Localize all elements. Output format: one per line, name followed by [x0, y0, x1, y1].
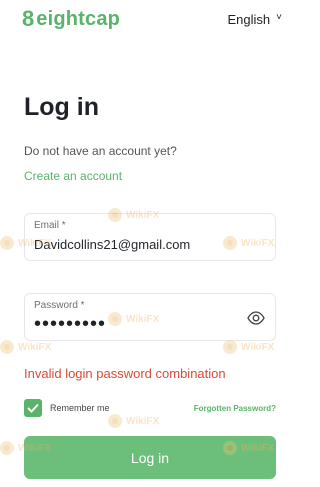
header: 8 eightcap English ˅ [22, 6, 282, 32]
watermark-text: WikiFX [126, 209, 160, 221]
email-input[interactable]: Davidcollins21@gmail.com [34, 237, 190, 252]
language-selector[interactable]: English ˅ [228, 12, 282, 27]
eye-icon[interactable] [247, 310, 265, 326]
account-prompt: Do not have an account yet? [24, 144, 177, 158]
remember-me-label: Remember me [50, 403, 110, 413]
watermark: WikiFX [108, 312, 159, 326]
watermark-icon [0, 236, 14, 250]
watermark: WikiFX [223, 441, 274, 455]
eight-logo-mark: 8 [22, 6, 35, 31]
password-label: Password * [34, 300, 85, 311]
remember-me-checkbox[interactable] [24, 399, 42, 417]
watermark: WikiFX [223, 236, 274, 250]
brand-logo[interactable]: 8 eightcap [22, 8, 120, 30]
watermark-text: WikiFX [18, 237, 52, 249]
watermark: WikiFX [108, 414, 159, 428]
watermark-icon [0, 340, 14, 354]
chevron-down-icon: ˅ [276, 12, 282, 23]
page-title: Log in [24, 93, 99, 121]
watermark-icon [0, 441, 14, 455]
create-account-link[interactable]: Create an account [24, 169, 122, 183]
watermark-icon [223, 441, 237, 455]
checkmark-icon [27, 403, 39, 413]
watermark: WikiFX [0, 236, 51, 250]
watermark-text: WikiFX [126, 313, 160, 325]
watermark: WikiFX [0, 340, 51, 354]
email-label: Email * [34, 220, 66, 231]
watermark-icon [223, 340, 237, 354]
watermark-icon [108, 414, 122, 428]
watermark-text: WikiFX [241, 442, 275, 454]
watermark-icon [108, 208, 122, 222]
remember-me-row: Remember me [24, 399, 110, 417]
password-input[interactable]: ••••••••• [34, 313, 106, 336]
watermark-icon [108, 312, 122, 326]
forgot-password-link[interactable]: Forgotten Password? [194, 404, 276, 413]
watermark-text: WikiFX [126, 415, 160, 427]
watermark: WikiFX [223, 340, 274, 354]
watermark-text: WikiFX [18, 442, 52, 454]
watermark-text: WikiFX [241, 341, 275, 353]
watermark-icon [223, 236, 237, 250]
error-message: Invalid login password combination [24, 366, 226, 381]
watermark-text: WikiFX [241, 237, 275, 249]
watermark: WikiFX [108, 208, 159, 222]
brand-logo-text: eightcap [36, 8, 121, 30]
language-label: English [227, 11, 271, 27]
watermark: WikiFX [0, 441, 51, 455]
watermark-text: WikiFX [18, 341, 52, 353]
